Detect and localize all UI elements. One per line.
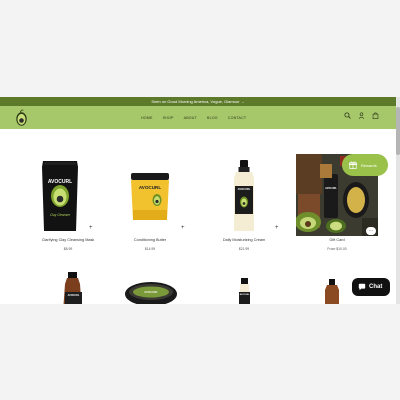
chat-bubble-icon xyxy=(358,283,366,291)
quick-add-icon[interactable]: + xyxy=(275,225,279,231)
browser-viewport: Seen on Good Morning America, Vogue, Gla… xyxy=(0,0,400,400)
product-name[interactable]: Conditioning Butter xyxy=(109,238,191,242)
product-brand: AVOCURL xyxy=(138,185,162,190)
scrollbar-thumb[interactable] xyxy=(396,107,400,155)
product-card[interactable]: AVOCURL xyxy=(109,272,191,304)
quick-add-icon[interactable]: + xyxy=(89,225,93,231)
chat-label: Chat xyxy=(369,284,383,290)
rewards-button[interactable]: Rewards xyxy=(342,154,388,176)
product-image[interactable] xyxy=(203,272,285,304)
product-name[interactable]: Daily Moisturizing Cream xyxy=(203,238,285,242)
avocado-logo[interactable] xyxy=(16,109,27,126)
gift-icon xyxy=(349,161,357,169)
product-price: $8.99 xyxy=(63,247,73,251)
product-price: $14.99 xyxy=(144,247,156,251)
nav-about[interactable]: ABOUT xyxy=(184,116,197,120)
header-icons xyxy=(344,112,379,119)
product-image[interactable] xyxy=(109,154,191,236)
site-header: HOME SHOP ABOUT BLOG CONTACT xyxy=(0,106,396,129)
product-price: From $10.00 xyxy=(327,247,347,251)
product-brand: AVOCURL xyxy=(47,179,73,185)
product-card[interactable]: AVOCURL xyxy=(27,272,109,304)
announcement-text: Seen on Good Morning America, Vogue, Gla… xyxy=(151,99,240,104)
nav-contact[interactable]: CONTACT xyxy=(228,116,247,120)
chat-button[interactable]: Chat xyxy=(352,278,390,296)
main-nav: HOME SHOP ABOUT BLOG CONTACT xyxy=(141,106,246,129)
product-brand: AVOCURL xyxy=(239,294,250,296)
account-icon[interactable] xyxy=(358,112,365,119)
nav-blog[interactable]: BLOG xyxy=(207,116,218,120)
nav-shop[interactable]: SHOP xyxy=(163,116,174,120)
product-image[interactable] xyxy=(109,272,191,304)
search-icon[interactable] xyxy=(344,112,351,119)
product-subtitle: Clay Cleanser xyxy=(49,213,71,217)
rewards-label: Rewards xyxy=(361,162,377,168)
announcement-bar[interactable]: Seen on Good Morning America, Vogue, Gla… xyxy=(0,97,396,106)
product-image[interactable] xyxy=(203,154,285,236)
page-scrollbar[interactable] xyxy=(396,97,400,304)
product-image[interactable] xyxy=(27,272,109,304)
product-name[interactable]: Gift Card xyxy=(296,238,378,242)
nav-home[interactable]: HOME xyxy=(141,116,153,120)
product-image[interactable] xyxy=(27,154,109,236)
product-name[interactable]: Clarifying Clay Cleansing Mask xyxy=(27,238,109,242)
product-brand: AVOCURL xyxy=(237,188,251,191)
store-page: Seen on Good Morning America, Vogue, Gla… xyxy=(0,97,396,304)
product-brand: AVOCURL xyxy=(325,187,337,190)
product-brand: AVOCURL xyxy=(144,290,158,294)
product-card[interactable]: AVOCURL xyxy=(203,272,285,304)
product-price: $21.99 xyxy=(238,247,250,251)
cart-icon[interactable] xyxy=(372,112,379,119)
announcement-arrow: → xyxy=(240,99,245,104)
gift-card-badge[interactable]: ... xyxy=(366,227,376,235)
product-brand: AVOCURL xyxy=(67,294,80,297)
quick-add-icon[interactable]: + xyxy=(181,225,185,231)
